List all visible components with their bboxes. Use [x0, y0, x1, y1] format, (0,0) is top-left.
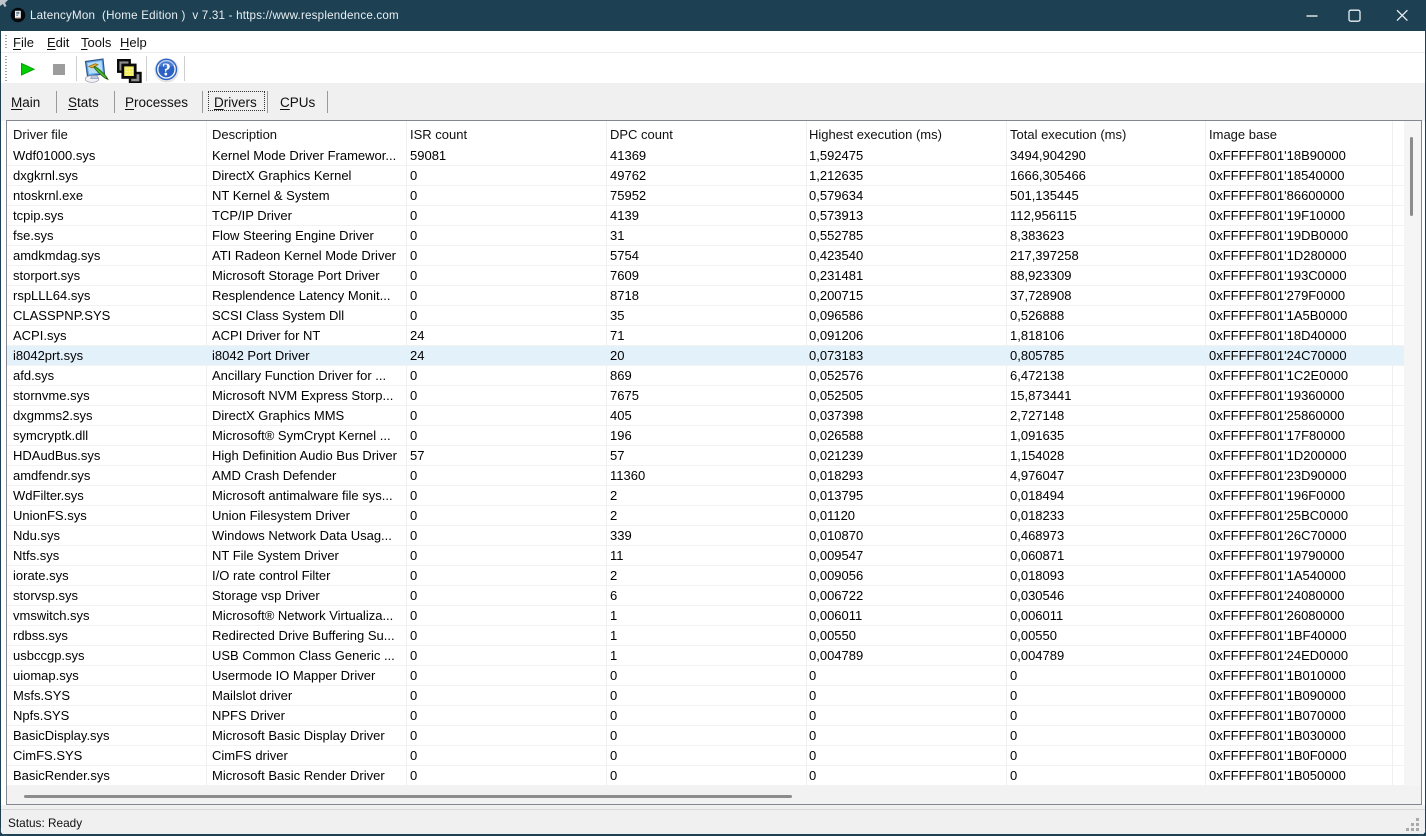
svg-text:?: ?	[162, 60, 171, 80]
